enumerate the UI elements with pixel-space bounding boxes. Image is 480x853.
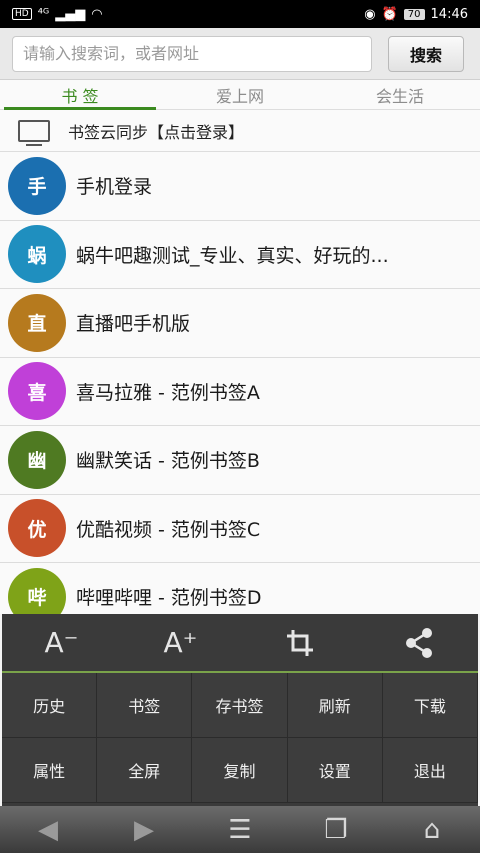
list-item[interactable]: 直 直播吧手机版 xyxy=(0,289,480,358)
list-item[interactable]: 幽 幽默笑话 - 范例书签B xyxy=(0,426,480,495)
menu-grid: 历史 书签 存书签 刷新 下载 属性 全屏 复制 设置 退出 xyxy=(2,673,478,803)
crop-icon-svg xyxy=(286,629,313,656)
avatar: 直 xyxy=(8,293,66,352)
forward-icon[interactable]: ▶ xyxy=(96,815,192,845)
status-bar: HD ⁴ᴳ ▂▄▆ ◠ ◉ ⏰ 70 14:46 xyxy=(0,0,480,28)
avatar: 哔 xyxy=(8,567,66,614)
font-increase-icon[interactable]: A⁺ xyxy=(121,614,240,671)
search-bar: 搜索 xyxy=(0,28,480,80)
share-icon-svg xyxy=(405,627,432,658)
bottom-nav: ◀ ▶ ☰ ❐ ⌂ xyxy=(0,806,480,853)
bookmark-cloud-sync[interactable]: 书签云同步【点击登录】 xyxy=(0,110,480,152)
signal-bars-icon: ▂▄▆ xyxy=(55,6,86,22)
menu-history[interactable]: 历史 xyxy=(2,673,98,738)
menu-icon[interactable]: ☰ xyxy=(192,815,288,845)
bookmark-title: 哔哩哔哩 - 范例书签D xyxy=(76,587,262,610)
menu-refresh[interactable]: 刷新 xyxy=(287,673,383,738)
bookmark-title: 直播吧手机版 xyxy=(76,313,191,336)
tab-life[interactable]: 会生活 xyxy=(320,80,480,109)
bookmark-list: 手 手机登录 蜗 蜗牛吧趣测试_专业、真实、好玩的... 直 直播吧手机版 喜 … xyxy=(0,152,480,614)
avatar: 喜 xyxy=(8,362,66,421)
tab-love-internet[interactable]: 爱上网 xyxy=(160,80,320,109)
list-item[interactable]: 蜗 蜗牛吧趣测试_专业、真实、好玩的... xyxy=(0,221,480,289)
bookmark-title: 手机登录 xyxy=(76,176,153,199)
tab-bookmarks[interactable]: 书 签 xyxy=(0,80,160,110)
tab-bar: 书 签 爱上网 会生活 xyxy=(0,80,480,110)
status-right: ◉ ⏰ 70 14:46 xyxy=(364,7,468,22)
menu-copy[interactable]: 复制 xyxy=(192,738,288,803)
avatar: 蜗 xyxy=(8,225,66,284)
menu-fullscreen[interactable]: 全屏 xyxy=(97,738,193,803)
list-item[interactable]: 优 优酷视频 - 范例书签C xyxy=(0,495,480,563)
menu-settings[interactable]: 设置 xyxy=(287,738,383,803)
windows-icon[interactable]: ❐ xyxy=(288,815,384,845)
status-left: HD ⁴ᴳ ▂▄▆ ◠ xyxy=(12,7,103,22)
menu-properties[interactable]: 属性 xyxy=(2,738,98,803)
monitor-icon xyxy=(18,119,50,146)
list-item[interactable]: 喜 喜马拉雅 - 范例书签A xyxy=(0,358,480,426)
popup-menu: A⁻ A⁺ 历史 书签 存书签 刷新 下载 属性 全屏 复制 设置 退出 xyxy=(2,614,478,806)
font-decrease-icon[interactable]: A⁻ xyxy=(2,614,121,671)
back-icon[interactable]: ◀ xyxy=(0,815,96,845)
menu-save-bookmark[interactable]: 存书签 xyxy=(192,673,288,738)
bookmark-title: 蜗牛吧趣测试_专业、真实、好玩的... xyxy=(76,244,389,267)
menu-exit[interactable]: 退出 xyxy=(382,738,478,803)
bookmark-title: 幽默笑话 - 范例书签B xyxy=(76,450,260,473)
list-item[interactable]: 手 手机登录 xyxy=(0,152,480,221)
menu-download[interactable]: 下载 xyxy=(382,673,478,738)
menu-icon-row: A⁻ A⁺ xyxy=(2,614,478,673)
list-item[interactable]: 哔 哔哩哔哩 - 范例书签D xyxy=(0,563,480,614)
crop-icon[interactable] xyxy=(240,614,359,671)
wifi-icon: ◠ xyxy=(91,6,103,22)
sync-label: 书签云同步【点击登录】 xyxy=(68,122,245,142)
hd-badge: HD xyxy=(12,8,32,20)
avatar: 优 xyxy=(8,499,66,558)
clock-time: 14:46 xyxy=(430,6,468,22)
search-button[interactable]: 搜索 xyxy=(388,35,464,72)
alarm-icon: ⏰ xyxy=(381,6,398,22)
avatar: 幽 xyxy=(8,430,66,489)
menu-bookmarks[interactable]: 书签 xyxy=(97,673,193,738)
signal-icon: ⁴ᴳ xyxy=(37,6,50,22)
share-icon[interactable] xyxy=(359,614,478,671)
search-input[interactable] xyxy=(12,35,372,72)
battery-icon: 70 xyxy=(403,8,425,20)
bookmark-title: 优酷视频 - 范例书签C xyxy=(76,518,261,541)
avatar: 手 xyxy=(8,156,66,215)
bookmark-title: 喜马拉雅 - 范例书签A xyxy=(76,381,260,404)
eye-icon: ◉ xyxy=(364,6,376,22)
home-icon[interactable]: ⌂ xyxy=(384,815,480,845)
